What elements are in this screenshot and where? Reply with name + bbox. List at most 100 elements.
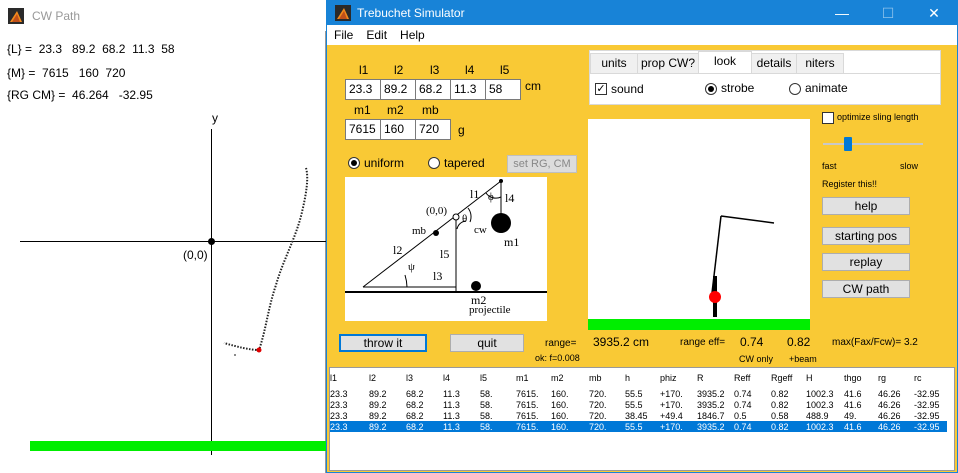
l3-input[interactable]: 68.2 (415, 79, 451, 100)
col-header-rc[interactable]: rc (914, 368, 947, 388)
cw-path-window: CW Path {L} = 23.3 89.2 68.2 11.3 58 {M}… (0, 0, 326, 473)
l5-input[interactable]: 58 (485, 79, 521, 100)
m1-header: m1 (354, 103, 371, 117)
table-cell: 23.3 (330, 388, 348, 399)
help-button[interactable]: help (822, 197, 910, 215)
mb-input[interactable]: 720 (415, 119, 451, 140)
m1-input[interactable]: 7615 (345, 119, 381, 140)
table-cell: 720. (589, 410, 607, 421)
col-header-l2[interactable]: l2 (369, 368, 406, 388)
optimize-sling-checkbox[interactable] (822, 112, 834, 124)
table-cell: 46.26 (878, 399, 901, 410)
table-cell: 41.6 (844, 421, 878, 432)
menu-help[interactable]: Help (400, 28, 425, 42)
col-header-rg[interactable]: rg (878, 368, 914, 388)
col-header-rgeff[interactable]: Rgeff (771, 368, 806, 388)
sound-checkbox[interactable]: ✓ (595, 83, 607, 95)
counterweight-path-plot (223, 167, 309, 356)
diagram-pivot (452, 213, 460, 221)
l4-header: l4 (465, 63, 475, 77)
table-cell: 3935.2 (697, 399, 725, 410)
tab-units[interactable]: units (590, 53, 638, 74)
table-cell: 58. (480, 388, 493, 399)
table-cell: 488.9 (806, 410, 829, 421)
register-label[interactable]: Register this!! (822, 179, 877, 189)
minimize-icon[interactable]: — (819, 1, 865, 25)
simulation-canvas (588, 119, 810, 330)
cw-path-button[interactable]: CW path (822, 280, 910, 298)
table-cell: 23.3 (330, 421, 369, 432)
table-row[interactable]: 23.3 89.2 68.2 11.3 58. 7615. 160. 720. … (330, 388, 947, 399)
table-cell: 0.82 (771, 388, 789, 399)
tab-prop-cw[interactable]: prop CW? (637, 53, 699, 74)
animate-radio[interactable] (789, 83, 801, 95)
col-header-reff[interactable]: Reff (734, 368, 771, 388)
table-cell: 23.3 (330, 410, 348, 421)
diagram-cw-label: cw (474, 224, 487, 236)
table-cell: 720. (589, 421, 625, 432)
table-cell: 23.3 (330, 399, 348, 410)
tapered-radio[interactable] (428, 157, 440, 169)
table-cell: 46.26 (878, 410, 901, 421)
l1-input[interactable]: 23.3 (345, 79, 381, 100)
table-cell: 11.3 (443, 421, 480, 432)
speed-slider-track[interactable] (823, 143, 923, 145)
table-cell: 55.5 (625, 388, 643, 399)
diagram-phi-label: ϕ (488, 191, 494, 203)
table-row[interactable]: 23.3 89.2 68.2 11.3 58. 7615. 160. 720. … (330, 399, 947, 410)
col-header-l5[interactable]: l5 (480, 368, 516, 388)
simulator-title: Trebuchet Simulator (357, 6, 465, 20)
col-header-mb[interactable]: mb (589, 368, 625, 388)
close-icon[interactable]: ✕ (911, 1, 957, 25)
table-cell: 7615. (516, 421, 551, 432)
replay-button[interactable]: replay (822, 253, 910, 271)
table-cell: 68.2 (406, 399, 424, 410)
strobe-radio[interactable] (705, 83, 717, 95)
menu-edit[interactable]: Edit (366, 28, 387, 42)
simulator-titlebar[interactable]: Trebuchet Simulator — ☐ ✕ (327, 1, 957, 25)
sim-ground (588, 319, 810, 330)
table-cell: 46.26 (878, 388, 901, 399)
col-header-h-height[interactable]: H (806, 368, 844, 388)
tab-details[interactable]: details (751, 53, 797, 74)
set-rg-cm-button[interactable]: set RG, CM (507, 155, 577, 173)
table-cell: 1846.7 (697, 410, 725, 421)
col-header-l4[interactable]: l4 (443, 368, 480, 388)
trebuchet-geometry-diagram: l1 ϕ l4 θ (0,0) mb cw m1 l2 l5 ψ l3 m2 p… (345, 177, 547, 321)
diagram-beam-cm (433, 230, 439, 236)
m2-input[interactable]: 160 (380, 119, 416, 140)
table-cell: 7615. (516, 388, 539, 399)
starting-pos-button[interactable]: starting pos (822, 227, 910, 245)
col-header-phiz[interactable]: phiz (660, 368, 697, 388)
tab-niters[interactable]: niters (796, 53, 844, 74)
sound-label: sound (611, 82, 644, 96)
diagram-projectile-label: projectile (469, 304, 511, 316)
menu-file[interactable]: File (334, 28, 353, 42)
options-tab-control: units prop CW? look details niters ✓ sou… (589, 50, 941, 105)
l4-input[interactable]: 11.3 (450, 79, 486, 100)
window-controls: — ☐ ✕ (819, 1, 957, 25)
col-header-m1[interactable]: m1 (516, 368, 551, 388)
quit-button[interactable]: quit (450, 334, 524, 352)
maximize-icon[interactable]: ☐ (865, 1, 911, 25)
throw-it-button[interactable]: throw it (339, 334, 427, 352)
uniform-radio[interactable] (348, 157, 360, 169)
table-cell: 89.2 (369, 388, 387, 399)
tab-look[interactable]: look (698, 51, 752, 74)
col-header-r[interactable]: R (697, 368, 734, 388)
col-header-m2[interactable]: m2 (551, 368, 589, 388)
speed-slider-thumb[interactable] (844, 137, 852, 151)
col-header-l1[interactable]: l1 (330, 368, 369, 388)
fast-label: fast (822, 161, 837, 171)
table-row[interactable]: 23.3 89.2 68.2 11.3 58. 7615. 160. 720. … (330, 410, 947, 421)
l2-input[interactable]: 89.2 (380, 79, 416, 100)
results-table-panel[interactable]: l1 l2 l3 l4 l5 m1 m2 mb h phiz R Reff Rg… (329, 367, 955, 471)
col-header-h[interactable]: h (625, 368, 660, 388)
col-header-thgo[interactable]: thgo (844, 368, 878, 388)
table-row-selected[interactable]: 23.3 89.2 68.2 11.3 58. 7615. 160. 720. … (330, 421, 947, 432)
table-cell: 1002.3 (806, 388, 834, 399)
col-header-l3[interactable]: l3 (406, 368, 443, 388)
table-cell: +49.4 (660, 410, 683, 421)
table-cell: 3935.2 (697, 421, 734, 432)
trebuchet-simulator-window: Trebuchet Simulator — ☐ ✕ File Edit Help… (326, 0, 958, 473)
